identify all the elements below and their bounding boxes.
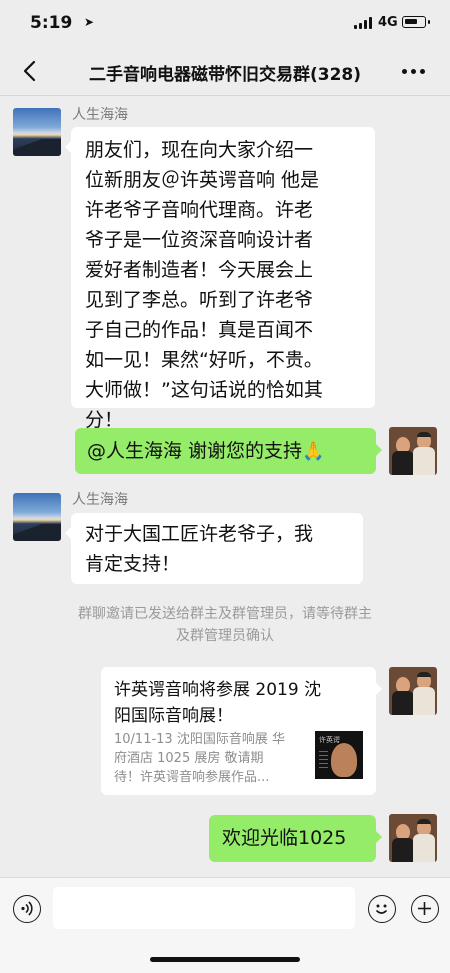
emoji-icon[interactable]	[368, 895, 396, 923]
message-line: 朋友们，现在向大家介绍一	[85, 139, 314, 161]
message-bubble-incoming[interactable]: 对于大国工匠许老爷子，我 肯定支持！	[65, 513, 363, 584]
message-line: 如一见！果然“好听，不贵。	[85, 349, 323, 371]
sender-name: 人生海海	[72, 107, 128, 123]
praying-hands-emoji: 🙏	[302, 441, 325, 462]
link-card-description: 10/11-13 沈阳国际音响展 华 府酒店 1025 展房 敬请期 待！许英谔…	[114, 730, 302, 787]
link-card-title-line: 阳国际音响展！	[114, 706, 233, 726]
message-line: 大师做！”这句话说的恰如其	[85, 379, 323, 401]
status-time: 5:19	[30, 13, 73, 33]
avatar-sender[interactable]	[13, 493, 61, 541]
link-card-desc-line: 府酒店 1025 展房 敬请期	[114, 751, 264, 766]
message-line: 肯定支持！	[85, 553, 181, 575]
message-line: 爱好者制造者！今天展会上	[85, 259, 314, 281]
chat-header: 二手音响电器磁带怀旧交易群(328)	[0, 48, 450, 96]
voice-icon[interactable]	[13, 895, 41, 923]
avatar-sender[interactable]	[13, 108, 61, 156]
system-notice-line: 及群管理员确认	[176, 628, 274, 644]
link-card-title-line: 许英谔音响将参展 2019 沈	[114, 680, 322, 700]
home-indicator[interactable]	[150, 957, 300, 962]
message-bubble-incoming[interactable]: 朋友们，现在向大家介绍一 位新朋友＠许英谔音响 他是 许老爷子音响代理商。许老 …	[65, 127, 375, 431]
avatar-self[interactable]	[389, 667, 437, 715]
location-arrow-icon: ➤	[84, 15, 95, 29]
link-card-desc-line: 待！许英谔音响参展作品...	[114, 770, 270, 785]
system-notice: 群聊邀请已发送给群主及群管理员，请等待群主 及群管理员确认	[30, 603, 420, 647]
message-line: 见到了李总。听到了许老爷	[85, 289, 314, 311]
sender-name: 人生海海	[72, 492, 128, 508]
system-notice-line: 群聊邀请已发送给群主及群管理员，请等待群主	[78, 606, 372, 622]
thumbnail-label: 许英谔	[319, 736, 340, 744]
signal-icon	[354, 17, 374, 29]
status-bar: 5:19 ➤ 4G	[0, 0, 450, 48]
message-line: 位新朋友＠许英谔音响 他是	[85, 169, 320, 191]
plus-icon[interactable]	[411, 895, 439, 923]
link-card-title: 许英谔音响将参展 2019 沈 阳国际音响展！	[114, 677, 364, 729]
avatar-self[interactable]	[389, 427, 437, 475]
network-type: 4G	[378, 15, 398, 30]
message-line: 子自己的作品！真是百闻不	[85, 319, 314, 341]
message-text: 欢迎光临1025	[222, 827, 347, 849]
message-line: 许老爷子音响代理商。许老	[85, 199, 314, 221]
message-input[interactable]	[53, 887, 355, 929]
message-text: @人生海海 谢谢您的支持	[87, 440, 303, 462]
message-bubble-outgoing[interactable]: @人生海海 谢谢您的支持🙏	[75, 428, 382, 474]
message-bubble-outgoing[interactable]: 欢迎光临1025	[209, 815, 382, 862]
message-line: 爷子是一位资深音响设计者	[85, 229, 314, 251]
avatar-self[interactable]	[389, 814, 437, 862]
group-title: 二手音响电器磁带怀旧交易群(328)	[88, 65, 362, 85]
link-card-thumbnail: 许英谔	[315, 731, 363, 779]
battery-icon	[402, 16, 430, 28]
link-card-desc-line: 10/11-13 沈阳国际音响展 华	[114, 732, 285, 747]
more-icon[interactable]	[400, 69, 428, 75]
link-card[interactable]: 许英谔音响将参展 2019 沈 阳国际音响展！ 10/11-13 沈阳国际音响展…	[101, 667, 382, 795]
message-line: 对于大国工匠许老爷子，我	[85, 523, 314, 545]
back-chevron-icon[interactable]	[18, 58, 44, 84]
